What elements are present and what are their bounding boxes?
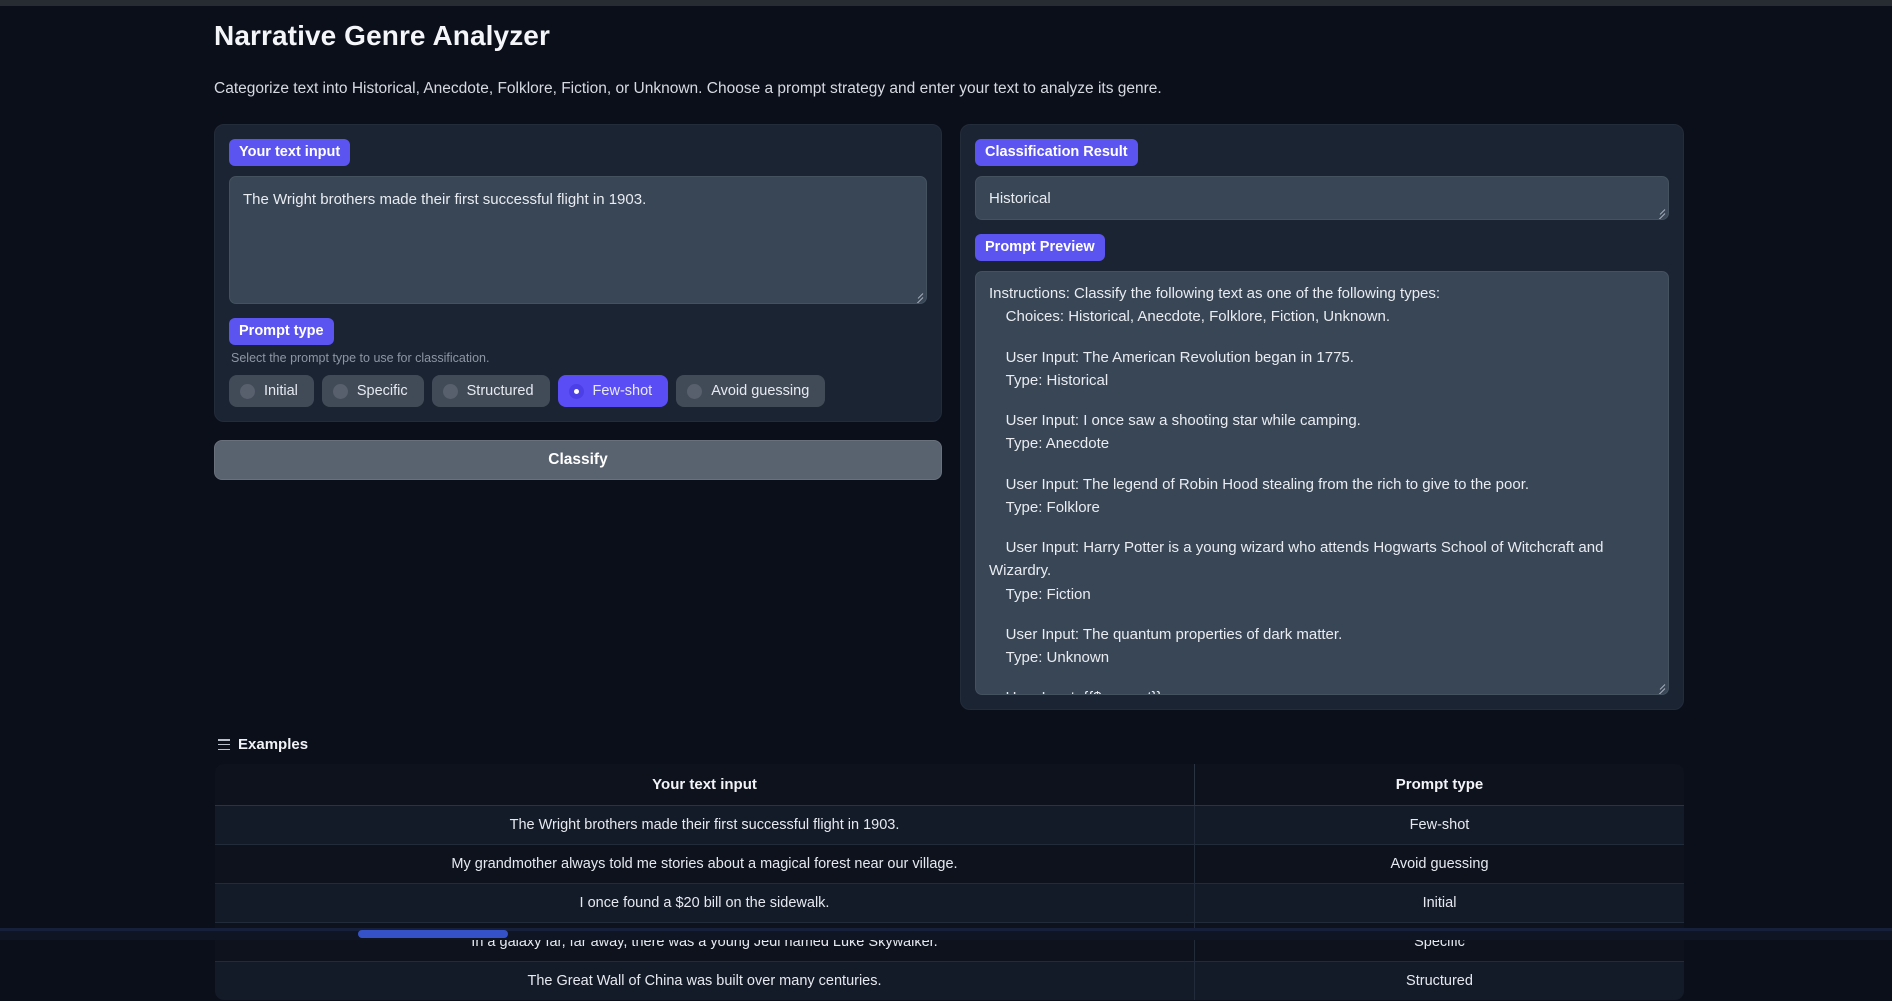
list-icon — [218, 739, 230, 750]
radio-option-specific[interactable]: Specific — [322, 375, 424, 407]
prompt-preview-line: User Input: The quantum properties of da… — [989, 623, 1655, 646]
cell-text-input: My grandmother always told me stories ab… — [215, 845, 1195, 884]
prompt-preview-line: Choices: Historical, Anecdote, Folklore,… — [989, 305, 1655, 328]
examples-table: Your text input Prompt type The Wright b… — [214, 763, 1685, 1001]
radio-dot-icon — [687, 384, 702, 399]
examples-table-body: The Wright brothers made their first suc… — [215, 806, 1685, 1001]
text-input-label: Your text input — [229, 139, 350, 166]
text-input-value: The Wright brothers made their first suc… — [243, 191, 646, 208]
page-root: Narrative Genre Analyzer Categorize text… — [0, 6, 1892, 940]
prompt-preview-line: Type: Fiction — [989, 583, 1655, 606]
prompt-preview-blank-line — [989, 519, 1655, 536]
table-row[interactable]: I once found a $20 bill on the sidewalk.… — [215, 884, 1685, 923]
content-container: Narrative Genre Analyzer Categorize text… — [0, 6, 1892, 1001]
radio-option-structured[interactable]: Structured — [432, 375, 550, 407]
prompt-preview-line: User Input: I once saw a shooting star w… — [989, 409, 1655, 432]
table-row[interactable]: The Wright brothers made their first suc… — [215, 806, 1685, 845]
text-input-field[interactable]: The Wright brothers made their first suc… — [229, 176, 927, 304]
prompt-preview-blank-line — [989, 329, 1655, 346]
prompt-preview-blank-line — [989, 456, 1655, 473]
prompt-preview-line: Instructions: Classify the following tex… — [989, 282, 1655, 305]
scrollbar-track[interactable] — [0, 928, 1892, 931]
cell-text-input: The Wright brothers made their first suc… — [215, 806, 1195, 845]
prompt-type-helper-text: Select the prompt type to use for classi… — [231, 351, 927, 365]
cell-text-input: I once found a $20 bill on the sidewalk. — [215, 884, 1195, 923]
examples-table-head: Your text input Prompt type — [215, 764, 1685, 806]
table-header-row: Your text input Prompt type — [215, 764, 1685, 806]
examples-heading-text: Examples — [238, 736, 308, 753]
radio-label: Initial — [264, 383, 298, 399]
prompt-preview-blank-line — [989, 392, 1655, 409]
radio-dot-icon — [443, 384, 458, 399]
column-header-prompt-type[interactable]: Prompt type — [1195, 764, 1685, 806]
prompt-preview-field[interactable]: Instructions: Classify the following tex… — [975, 271, 1669, 695]
radio-option-avoid-guessing[interactable]: Avoid guessing — [676, 375, 825, 407]
result-panel: Classification Result Historical Prompt … — [960, 124, 1684, 710]
prompt-preview-label: Prompt Preview — [975, 234, 1105, 261]
horizontal-scrollbar[interactable] — [0, 928, 1892, 940]
table-row[interactable]: My grandmother always told me stories ab… — [215, 845, 1685, 884]
cell-prompt-type: Structured — [1195, 962, 1685, 1001]
classification-result-value: Historical — [989, 190, 1051, 207]
radio-dot-icon — [333, 384, 348, 399]
cell-prompt-type: Few-shot — [1195, 806, 1685, 845]
input-panel: Your text input The Wright brothers made… — [214, 124, 942, 422]
resize-handle-icon[interactable] — [910, 288, 923, 301]
cell-prompt-type: Avoid guessing — [1195, 845, 1685, 884]
cell-text-input: The Great Wall of China was built over m… — [215, 962, 1195, 1001]
radio-label: Specific — [357, 383, 408, 399]
scrollbar-thumb[interactable] — [358, 930, 508, 938]
radio-option-few-shot[interactable]: Few-shot — [558, 375, 669, 407]
table-row[interactable]: The Great Wall of China was built over m… — [215, 962, 1685, 1001]
radio-dot-icon — [569, 384, 584, 399]
column-header-text-input[interactable]: Your text input — [215, 764, 1195, 806]
examples-heading: Examples — [218, 736, 1892, 753]
prompt-preview-line: Type: Unknown — [989, 646, 1655, 669]
prompt-preview-line: User Input: The American Revolution bega… — [989, 346, 1655, 369]
radio-option-initial[interactable]: Initial — [229, 375, 314, 407]
prompt-preview-blank-line — [989, 606, 1655, 623]
classification-result-label: Classification Result — [975, 139, 1138, 166]
classification-result-field[interactable]: Historical — [975, 176, 1669, 220]
two-column-layout: Your text input The Wright brothers made… — [214, 124, 1684, 710]
radio-label: Structured — [467, 383, 534, 399]
prompt-preview-line: Type: Historical — [989, 369, 1655, 392]
prompt-preview-line: Type: Folklore — [989, 496, 1655, 519]
prompt-type-label: Prompt type — [229, 318, 334, 345]
prompt-preview-line: Type: Anecdote — [989, 432, 1655, 455]
prompt-type-radio-group: Initial Specific Structured Few-sho — [229, 375, 927, 407]
prompt-preview-blank-line — [989, 669, 1655, 686]
left-column: Your text input The Wright brothers made… — [214, 124, 942, 710]
prompt-preview-line: User Input: The legend of Robin Hood ste… — [989, 473, 1655, 496]
right-column: Classification Result Historical Prompt … — [960, 124, 1684, 710]
prompt-preview-line: User Input: {{$request}} — [989, 686, 1655, 695]
page-subtitle: Categorize text into Historical, Anecdot… — [214, 80, 1892, 98]
radio-label: Avoid guessing — [711, 383, 809, 399]
page-title: Narrative Genre Analyzer — [214, 20, 1892, 52]
prompt-preview-line: User Input: Harry Potter is a young wiza… — [989, 536, 1655, 583]
classify-button[interactable]: Classify — [214, 440, 942, 480]
radio-label: Few-shot — [593, 383, 653, 399]
resize-handle-icon[interactable] — [1652, 204, 1665, 217]
cell-prompt-type: Initial — [1195, 884, 1685, 923]
radio-dot-icon — [240, 384, 255, 399]
